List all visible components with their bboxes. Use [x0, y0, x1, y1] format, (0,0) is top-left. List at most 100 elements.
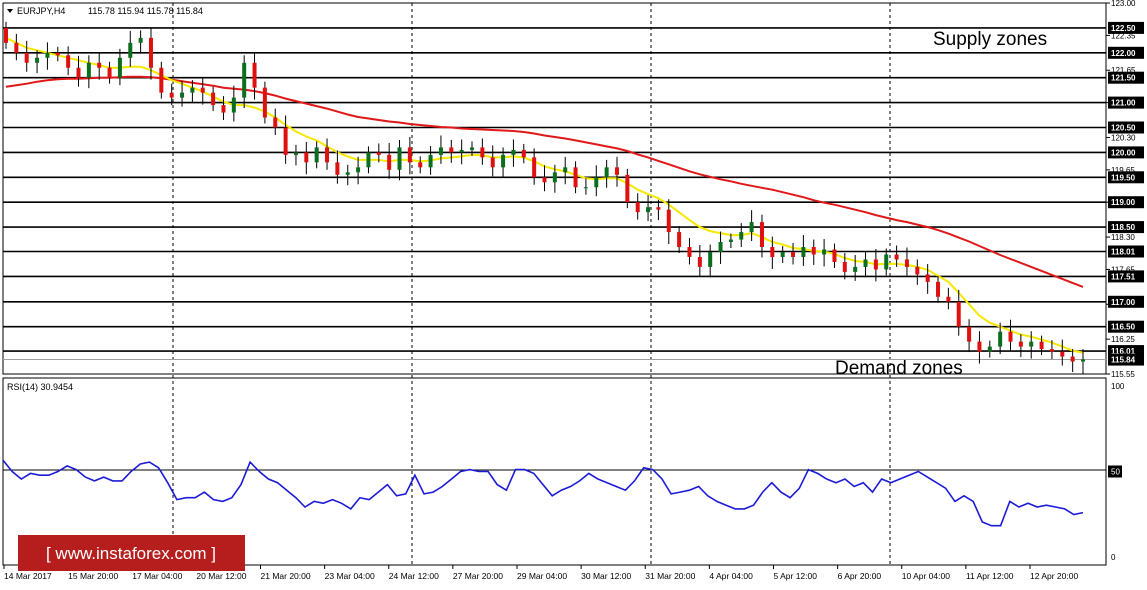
candle-body-10 — [107, 67, 112, 78]
candle-body-0 — [4, 27, 8, 43]
candle-body-26 — [273, 117, 278, 128]
price-tick-label-7: 118.30 — [1111, 233, 1135, 242]
time-label-0: 14 Mar 2017 — [4, 571, 52, 581]
candle-body-70 — [728, 239, 733, 243]
price-tick-label-11: 115.55 — [1111, 370, 1135, 379]
candle-body-86 — [894, 254, 899, 260]
candle-body-56 — [583, 187, 588, 189]
time-label-5: 23 Mar 04:00 — [325, 571, 375, 581]
time-label-1: 15 Mar 20:00 — [68, 571, 118, 581]
candle-body-22 — [231, 97, 236, 113]
level-label-4: 120.50 — [1111, 123, 1136, 132]
candle-body-39 — [407, 147, 412, 163]
candle-body-14 — [148, 37, 153, 68]
candle-body-18 — [190, 87, 195, 93]
candle-body-67 — [697, 256, 702, 267]
supply-zones-label: Supply zones — [933, 29, 1047, 50]
candle-body-75 — [780, 251, 785, 257]
candle-body-29 — [304, 152, 309, 163]
candle-body-97 — [1008, 331, 1013, 342]
time-label-6: 24 Mar 12:00 — [389, 571, 439, 581]
candle-body-92 — [956, 301, 961, 327]
watermark-text: [ www.instaforex.com ] — [46, 544, 216, 563]
candle-body-8 — [86, 62, 91, 78]
time-label-4: 21 Mar 20:00 — [261, 571, 311, 581]
candle-body-36 — [376, 152, 381, 155]
level-label-11: 117.00 — [1111, 298, 1136, 307]
candle-body-89 — [925, 274, 930, 282]
rsi-tick-label-1: 50 — [1111, 468, 1120, 477]
candle-body-64 — [666, 209, 671, 233]
time-label-2: 17 Mar 04:00 — [132, 571, 182, 581]
candle-body-85 — [884, 254, 889, 270]
watermark: [ www.instaforex.com ] — [18, 535, 245, 571]
candle-body-9 — [97, 62, 102, 68]
candle-body-81 — [842, 261, 847, 272]
time-label-9: 30 Mar 12:00 — [581, 571, 631, 581]
chart-svg[interactable]: 123.00122.35121.65121.00120.30119.65119.… — [0, 0, 1147, 585]
candle-body-69 — [718, 242, 723, 252]
candle-body-31 — [325, 147, 330, 163]
candle-body-65 — [677, 232, 682, 248]
candle-body-101 — [1049, 349, 1054, 352]
candle-body-2 — [24, 52, 29, 63]
candle-body-72 — [749, 222, 754, 233]
candle-body-78 — [811, 247, 816, 255]
candle-body-51 — [532, 157, 537, 178]
candle-body-82 — [853, 266, 858, 272]
level-label-0: 122.50 — [1111, 24, 1136, 33]
candle-body-34 — [356, 167, 361, 173]
level-label-8: 118.50 — [1111, 223, 1136, 232]
level-label-5: 120.00 — [1111, 148, 1136, 157]
rsi-label: RSI(14) 30.9454 — [7, 382, 73, 392]
candle-body-103 — [1070, 356, 1075, 362]
candle-body-77 — [801, 247, 806, 257]
candle-body-25 — [262, 87, 267, 118]
chart-symbol: EURJPY,H4 — [17, 6, 65, 16]
level-label-9: 118.01 — [1111, 247, 1136, 256]
time-label-7: 27 Mar 20:00 — [453, 571, 503, 581]
candle-body-7 — [76, 67, 81, 78]
candle-body-11 — [117, 57, 122, 78]
candle-body-47 — [490, 157, 495, 168]
price-tick-label-0: 123.00 — [1111, 0, 1136, 8]
candle-body-99 — [1029, 341, 1034, 347]
candle-body-16 — [169, 92, 174, 98]
candle-body-59 — [614, 167, 619, 175]
candle-body-83 — [863, 259, 868, 267]
candle-body-63 — [656, 207, 661, 210]
candle-body-73 — [759, 222, 764, 248]
candle-body-57 — [594, 177, 599, 188]
candle-body-104 — [1081, 359, 1085, 362]
candle-body-24 — [252, 62, 257, 88]
candle-body-80 — [832, 249, 837, 262]
candle-body-3 — [35, 57, 40, 63]
time-label-16: 12 Apr 20:00 — [1030, 571, 1078, 581]
time-label-14: 10 Apr 04:00 — [902, 571, 950, 581]
candle-body-61 — [635, 202, 640, 213]
candle-body-88 — [915, 266, 920, 275]
candle-body-20 — [211, 92, 216, 106]
candle-body-46 — [480, 147, 485, 158]
candle-body-100 — [1039, 341, 1044, 350]
candle-body-58 — [604, 167, 609, 178]
candle-body-5 — [55, 52, 60, 56]
candle-body-15 — [159, 67, 164, 93]
level-label-7: 119.00 — [1111, 198, 1136, 207]
level-label-14: 115.84 — [1111, 356, 1136, 365]
candle-body-42 — [438, 147, 443, 155]
candle-body-102 — [1060, 351, 1065, 357]
candle-body-19 — [200, 87, 205, 93]
candle-body-98 — [1018, 341, 1023, 347]
demand-zones-label: Demand zones — [835, 358, 963, 379]
candle-body-91 — [946, 296, 951, 302]
candle-body-13 — [138, 37, 143, 43]
price-axis: 123.00122.35121.65121.00120.30119.65119.… — [1106, 0, 1144, 379]
price-tick-label-10: 116.25 — [1111, 335, 1135, 344]
price-tick-label-4: 120.30 — [1111, 133, 1136, 142]
candle-body-40 — [418, 162, 423, 168]
candle-body-87 — [904, 259, 909, 267]
candle-body-84 — [873, 259, 878, 270]
chart-ohlc: 115.78 115.94 115.78 115.84 — [88, 6, 203, 16]
candle-body-23 — [242, 62, 247, 98]
